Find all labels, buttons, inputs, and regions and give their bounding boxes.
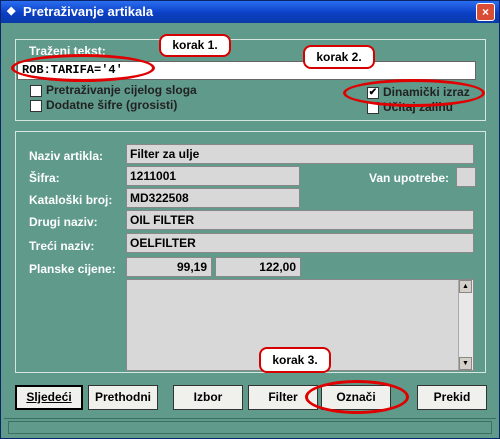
- window-title: Pretraživanje artikala: [23, 4, 154, 19]
- planned-prices-label: Planske cijene:: [29, 262, 116, 276]
- app-icon: ◆: [7, 5, 16, 17]
- status-pane: [8, 421, 492, 434]
- step-3-highlight: [305, 380, 409, 414]
- cancel-button-label: Prekid: [433, 390, 471, 404]
- third-name-label: Treći naziv:: [29, 239, 95, 253]
- step-3-callout: korak 3.: [259, 347, 331, 373]
- next-button[interactable]: Sljedeći: [15, 385, 83, 410]
- step-2-highlight: [343, 79, 485, 107]
- checkbox-additional-codes-label: Dodatne šifre (grosisti): [46, 98, 178, 112]
- status-bar: [4, 418, 496, 437]
- select-button-label: Izbor: [193, 390, 223, 404]
- checkbox-whole-record[interactable]: [30, 85, 42, 97]
- catalog-number-field[interactable]: MD322508: [126, 188, 300, 208]
- step-1-callout: korak 1.: [159, 34, 231, 57]
- second-name-label: Drugi naziv:: [29, 215, 98, 229]
- cancel-button[interactable]: Prekid: [417, 385, 487, 410]
- out-of-use-label: Van upotrebe:: [369, 171, 450, 185]
- catalog-number-label: Kataloški broj:: [29, 193, 113, 207]
- close-button[interactable]: ×: [476, 3, 495, 21]
- out-of-use-field[interactable]: [456, 167, 476, 187]
- second-name-field[interactable]: OIL FILTER: [126, 210, 474, 230]
- step-2-callout: korak 2.: [303, 45, 375, 69]
- memo-scrollbar[interactable]: ▲ ▼: [458, 280, 473, 370]
- filter-button-label: Filter: [268, 390, 298, 404]
- code-label: Šifra:: [29, 171, 60, 185]
- article-name-label: Naziv artikla:: [29, 149, 104, 163]
- select-button[interactable]: Izbor: [173, 385, 243, 410]
- code-field[interactable]: 1211001: [126, 166, 300, 186]
- previous-button[interactable]: Prethodni: [88, 385, 158, 410]
- next-button-label: Sljedeći: [26, 390, 72, 404]
- step-1-highlight: [11, 54, 155, 82]
- close-icon: ×: [481, 5, 489, 19]
- title-bar: ◆ Pretraživanje artikala ×: [1, 1, 499, 23]
- article-name-field[interactable]: Filter za ulje: [126, 144, 474, 164]
- previous-button-label: Prethodni: [95, 390, 151, 404]
- search-articles-window: ◆ Pretraživanje artikala × Traženi tekst…: [0, 0, 500, 439]
- scroll-down-icon[interactable]: ▼: [459, 357, 472, 370]
- third-name-field[interactable]: OELFILTER: [126, 233, 474, 253]
- scroll-up-icon[interactable]: ▲: [459, 280, 472, 293]
- planned-price-2[interactable]: 122,00: [215, 257, 301, 277]
- checkbox-additional-codes[interactable]: [30, 100, 42, 112]
- checkbox-whole-record-label: Pretraživanje cijelog sloga: [46, 83, 197, 97]
- planned-price-1[interactable]: 99,19: [126, 257, 212, 277]
